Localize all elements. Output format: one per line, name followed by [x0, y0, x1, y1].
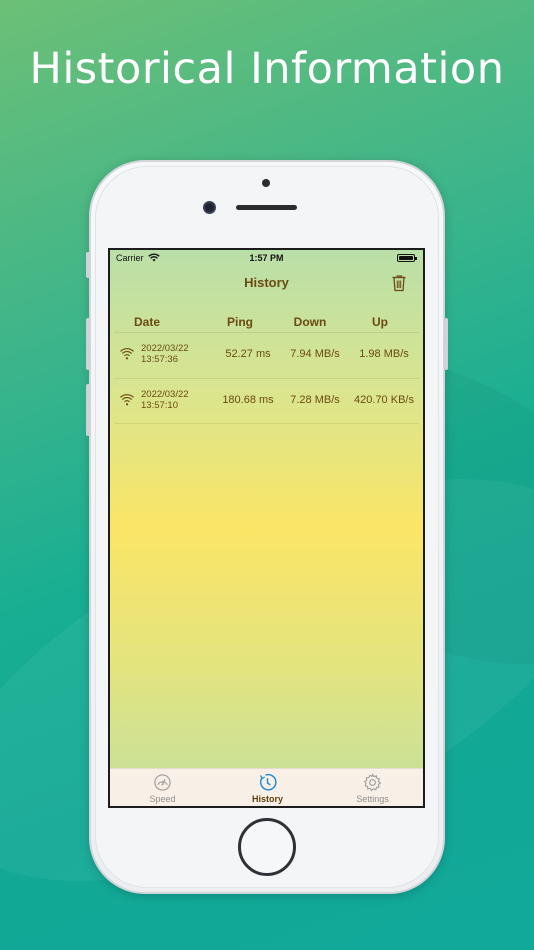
table-header: Date Ping Down Up — [110, 312, 423, 332]
page-title: History — [244, 275, 289, 290]
tab-history-label: History — [251, 794, 283, 804]
table-row[interactable]: 2022/03/22 13:57:10 180.68 ms 7.28 MB/s … — [114, 378, 419, 424]
phone-mute-switch — [86, 252, 90, 278]
row-up: 420.70 KB/s — [354, 394, 414, 406]
phone-power-button — [444, 318, 448, 370]
clock: 1:57 PM — [249, 253, 284, 263]
wifi-icon — [120, 348, 134, 360]
column-header-up: Up — [372, 315, 388, 329]
row-time: 13:57:10 — [141, 400, 178, 411]
tab-speed[interactable]: Speed — [110, 769, 215, 806]
gear-icon — [363, 773, 382, 792]
history-table: Date Ping Down Up 2022/03/22 13:57:36 52… — [110, 312, 423, 424]
row-time: 13:57:36 — [141, 354, 178, 365]
row-datetime: 2022/03/22 13:57:10 — [141, 389, 189, 411]
tab-settings[interactable]: Settings — [320, 769, 423, 806]
table-row[interactable]: 2022/03/22 13:57:36 52.27 ms 7.94 MB/s 1… — [114, 332, 419, 378]
column-header-date: Date — [134, 315, 161, 329]
row-datetime: 2022/03/22 13:57:36 — [141, 343, 189, 365]
row-down: 7.94 MB/s — [290, 348, 340, 360]
phone-volume-down — [86, 384, 90, 436]
row-up: 1.98 MB/s — [359, 348, 409, 360]
tab-bar: Speed History Settings — [110, 768, 423, 806]
home-button[interactable] — [238, 818, 296, 876]
navigation-bar: History — [110, 272, 423, 296]
speedometer-icon — [154, 774, 171, 791]
row-date: 2022/03/22 — [141, 343, 189, 354]
tab-speed-label: Speed — [149, 794, 176, 804]
row-date: 2022/03/22 — [141, 389, 189, 400]
tab-settings-label: Settings — [356, 794, 389, 804]
app-screen: Carrier 1:57 PM History Date Ping Down U… — [108, 248, 425, 808]
earpiece-speaker — [236, 205, 297, 210]
promo-headline: Historical Information — [29, 44, 505, 94]
phone-volume-up — [86, 318, 90, 370]
column-header-ping: Ping — [227, 315, 253, 329]
wifi-icon — [120, 394, 134, 406]
row-down: 7.28 MB/s — [290, 394, 340, 406]
tab-history[interactable]: History — [215, 769, 320, 806]
row-ping: 52.27 ms — [225, 348, 271, 360]
column-header-down: Down — [293, 315, 327, 329]
proximity-sensor — [262, 179, 270, 187]
status-bar: Carrier 1:57 PM — [110, 250, 423, 268]
history-clock-icon — [259, 773, 277, 791]
trash-icon[interactable] — [391, 274, 407, 292]
front-camera — [203, 201, 216, 214]
row-ping: 180.68 ms — [222, 394, 274, 406]
battery-icon — [397, 254, 417, 262]
